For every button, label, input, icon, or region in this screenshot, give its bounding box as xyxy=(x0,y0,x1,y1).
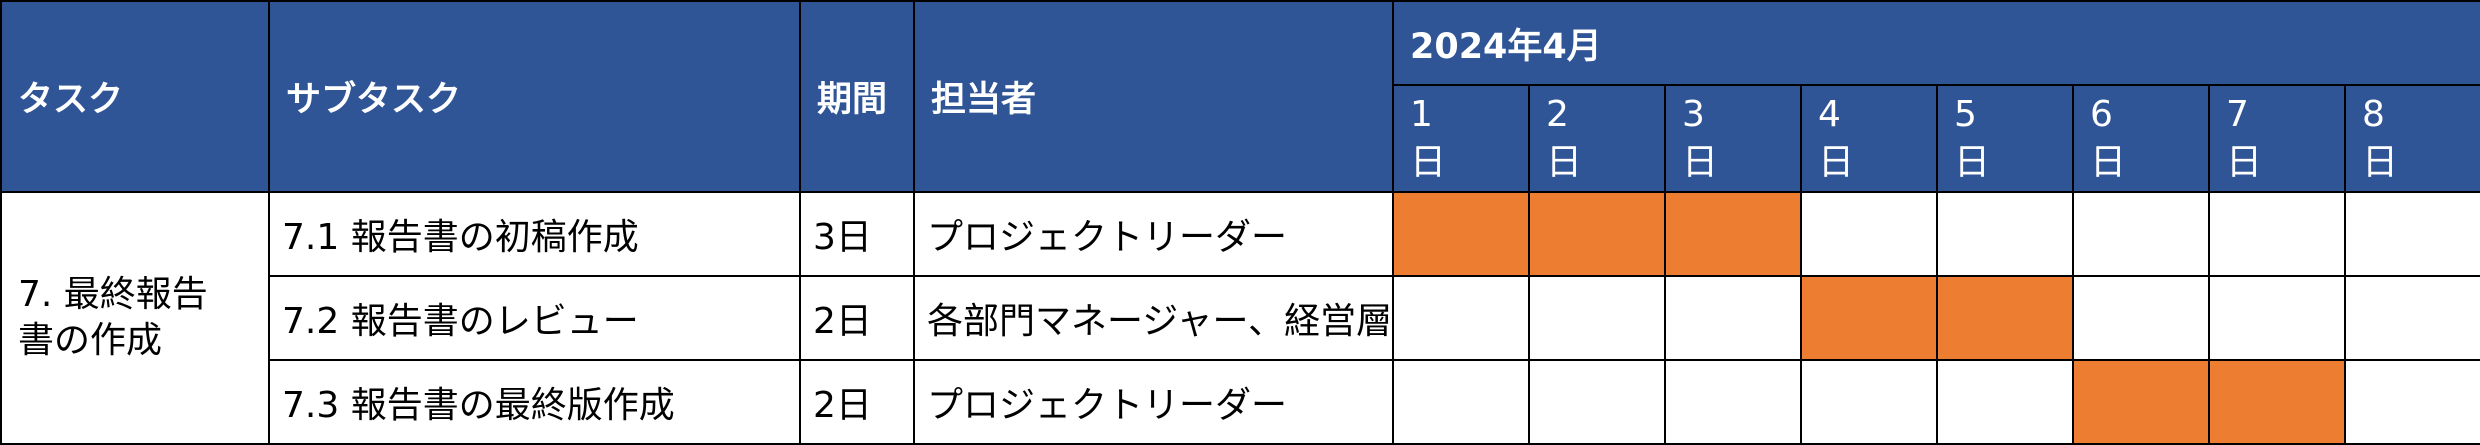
gantt-bar-cell xyxy=(1528,191,1666,277)
gantt-bar-cell xyxy=(2072,359,2210,445)
gantt-bar-cell xyxy=(2208,275,2346,361)
header-subtask: サブタスク xyxy=(268,0,801,193)
day-unit: 日 xyxy=(1818,141,1855,183)
table-row: 7.3 報告書の最終版作成 2日 プロジェクトリーダー xyxy=(1,359,2480,445)
gantt-bar-cell xyxy=(1664,191,1802,277)
gantt-bar-cell xyxy=(1528,359,1666,445)
owner-cell: プロジェクトリーダー xyxy=(913,191,1394,277)
gantt-bar-cell xyxy=(2208,359,2346,445)
gantt-bar-cell xyxy=(1392,359,1530,445)
day-header: 2日 xyxy=(1528,84,1666,193)
gantt-bar-cell xyxy=(2343,275,2480,361)
owner-cell: 各部門マネージャー、経営層 xyxy=(913,275,1394,361)
subtask-cell: 7.3 報告書の最終版作成 xyxy=(268,359,801,445)
duration-cell: 2日 xyxy=(799,359,915,445)
duration-cell: 3日 xyxy=(799,191,915,277)
day-number: 6 xyxy=(2090,93,2113,135)
header-month: 2024年4月 xyxy=(1391,0,2480,86)
owner-cell: プロジェクトリーダー xyxy=(913,359,1394,445)
subtask-cell: 7.2 報告書のレビュー xyxy=(268,275,801,361)
day-number: 4 xyxy=(1818,93,1841,135)
gantt-bar-cell xyxy=(1664,275,1802,361)
gantt-bar-cell xyxy=(2072,275,2210,361)
day-unit: 日 xyxy=(2090,141,2127,183)
day-unit: 日 xyxy=(2226,141,2263,183)
table-row: 7. 最終報告書の作成 7.1 報告書の初稿作成 3日 プロジェクトリーダー xyxy=(0,191,2480,445)
gantt-bar-cell xyxy=(2343,359,2480,445)
day-unit: 日 xyxy=(1954,141,1991,183)
gantt-bar-cell xyxy=(1800,191,1938,277)
day-unit: 日 xyxy=(2362,141,2399,183)
gantt-bar-cell xyxy=(2208,191,2346,277)
day-header: 5日 xyxy=(1936,84,2074,193)
day-header: 1日 xyxy=(1392,84,1530,193)
duration-cell: 2日 xyxy=(799,275,915,361)
day-number: 7 xyxy=(2226,93,2249,135)
day-unit: 日 xyxy=(1410,141,1447,183)
day-number: 1 xyxy=(1410,93,1433,135)
subtask-cell: 7.1 報告書の初稿作成 xyxy=(268,191,801,277)
day-header: 8日 xyxy=(2343,84,2480,193)
gantt-bar-cell xyxy=(1392,191,1530,277)
day-unit: 日 xyxy=(1546,141,1583,183)
day-header: 7日 xyxy=(2208,84,2346,193)
task-name: 7. 最終報告書の作成 xyxy=(0,191,270,445)
gantt-bar-cell xyxy=(1392,275,1530,361)
day-header: 4日 xyxy=(1800,84,1938,193)
gantt-bar-cell xyxy=(2072,191,2210,277)
day-header: 3日 xyxy=(1664,84,1802,193)
gantt-bar-cell xyxy=(1936,191,2074,277)
gantt-bar-cell xyxy=(1936,275,2074,361)
gantt-bar-cell xyxy=(2343,191,2480,277)
header-owner: 担当者 xyxy=(913,0,1394,193)
day-number: 3 xyxy=(1682,93,1705,135)
gantt-bar-cell xyxy=(1664,359,1802,445)
header-duration: 期間 xyxy=(799,0,915,193)
gantt-bar-cell xyxy=(1936,359,2074,445)
day-number: 5 xyxy=(1954,93,1977,135)
table-row: 7.2 報告書のレビュー 2日 各部門マネージャー、経営層 xyxy=(1,275,2480,361)
header-task: タスク xyxy=(0,0,270,193)
day-number: 8 xyxy=(2362,93,2385,135)
gantt-table: タスク サブタスク 期間 担当者 2024年4月 1日 2日 3日 4日 5日 … xyxy=(0,0,2480,445)
day-header: 6日 xyxy=(2072,84,2210,193)
gantt-bar-cell xyxy=(1800,359,1938,445)
day-unit: 日 xyxy=(1682,141,1719,183)
gantt-bar-cell xyxy=(1528,275,1666,361)
day-number: 2 xyxy=(1546,93,1569,135)
gantt-bar-cell xyxy=(1800,275,1938,361)
